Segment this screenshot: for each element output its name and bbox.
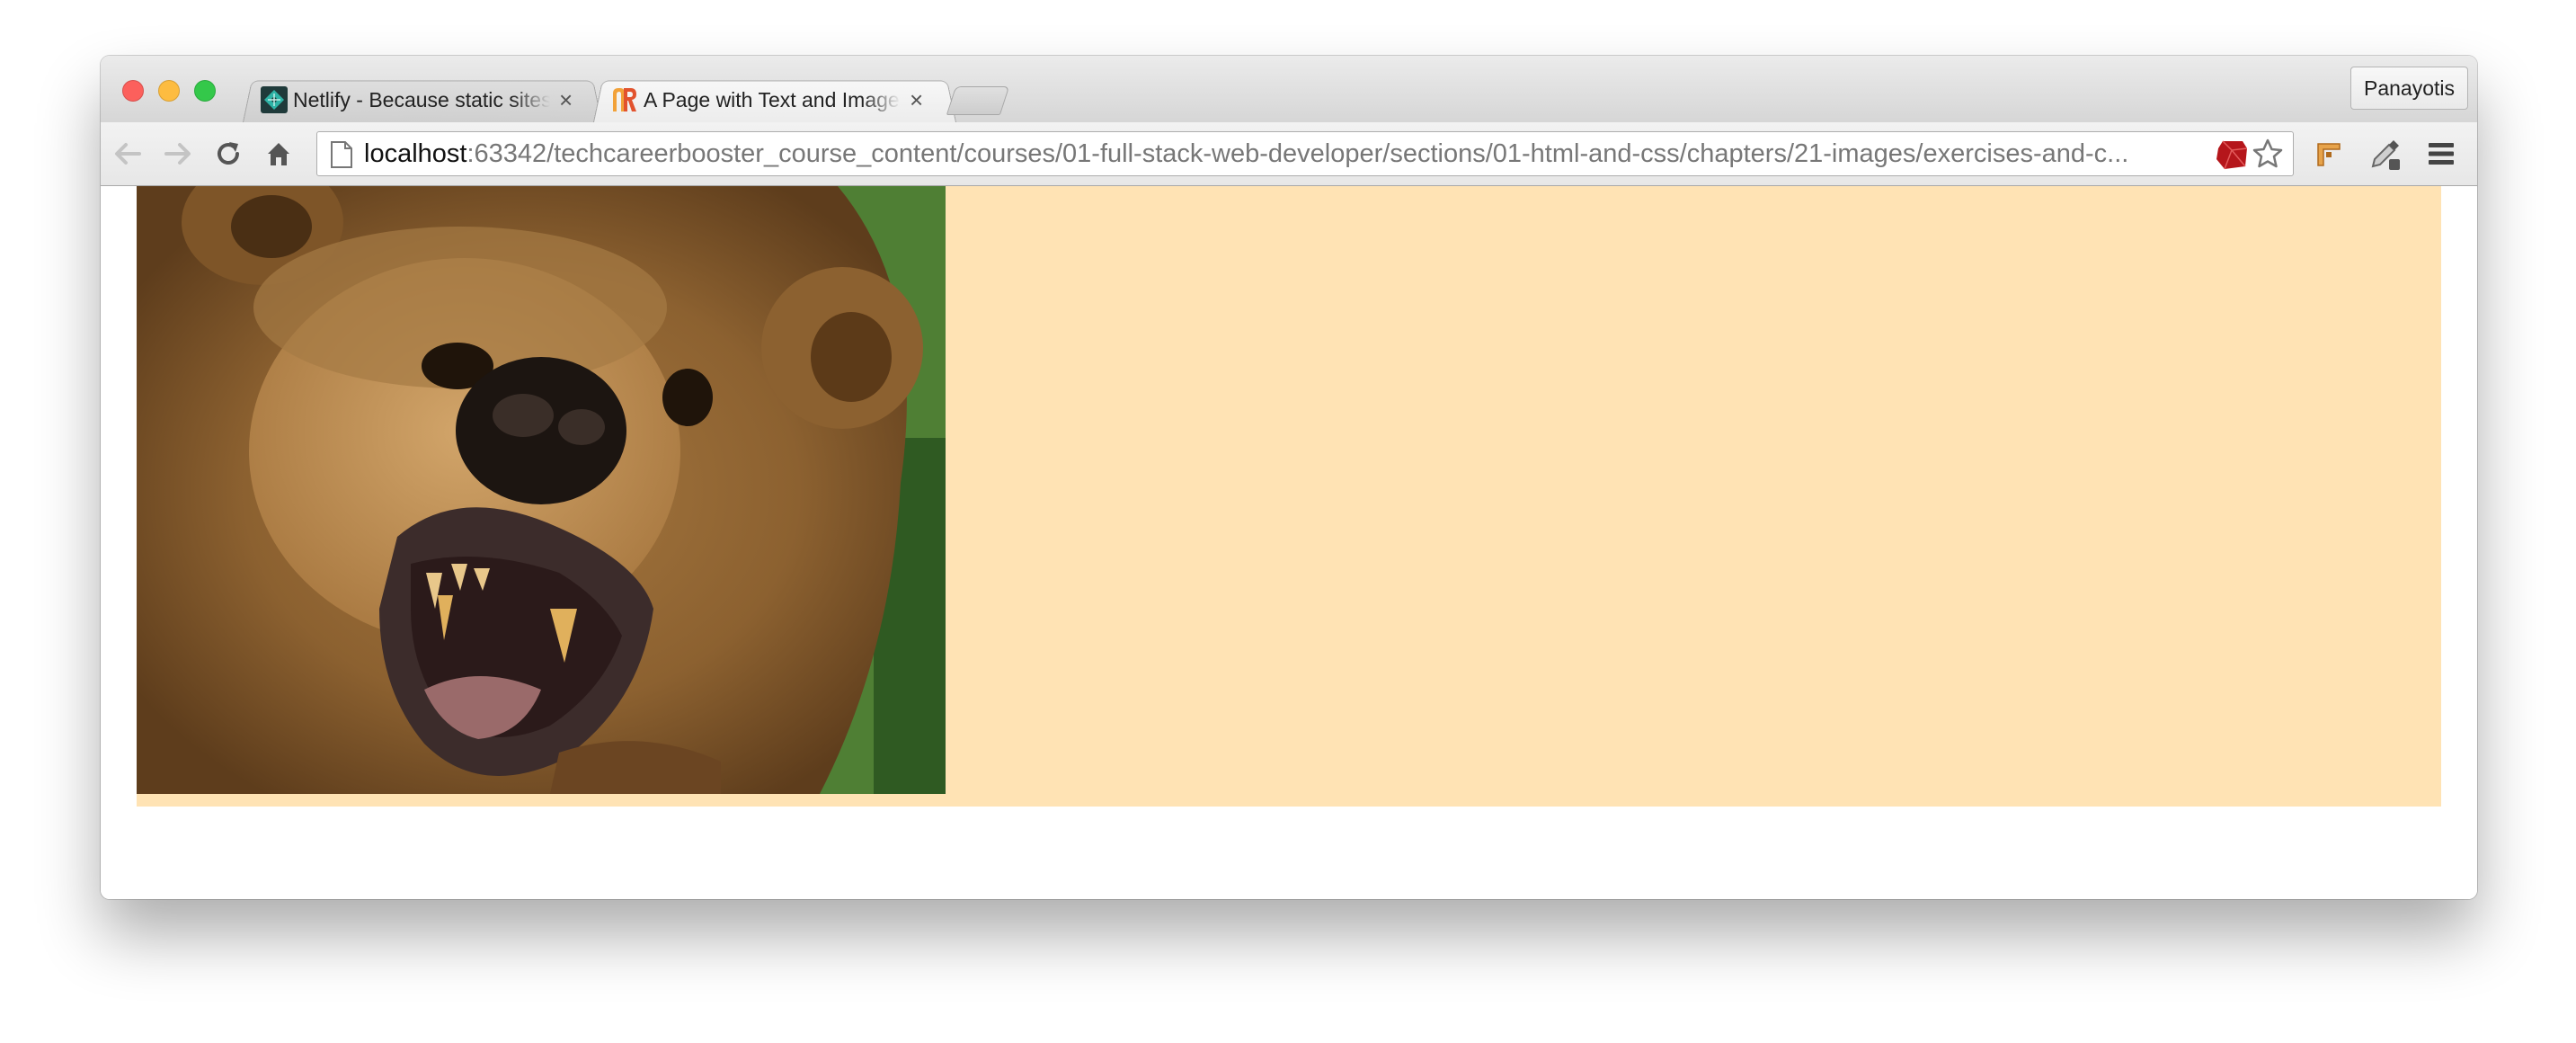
- url-text[interactable]: localhost:63342/techcareerbooster_course…: [364, 132, 2198, 175]
- title-bar: Netlify - Because static sites × A Page …: [101, 56, 2477, 122]
- tab-page-with-text-and-images[interactable]: A Page with Text and Images ×: [593, 77, 956, 122]
- reload-button[interactable]: [212, 138, 244, 170]
- url-path: :63342/techcareerbooster_course_content/…: [466, 139, 2129, 168]
- ruby-icon[interactable]: [2216, 139, 2248, 170]
- home-icon: [268, 143, 289, 165]
- maximize-window-button[interactable]: [194, 80, 216, 102]
- tab-title: Netlify - Because static sites: [293, 87, 550, 111]
- menu-icon: [2429, 143, 2454, 165]
- tab-close-icon[interactable]: ×: [910, 86, 923, 114]
- close-window-button[interactable]: [122, 80, 144, 102]
- arrow-right-icon: [164, 143, 191, 165]
- profile-name: Panayotis: [2363, 76, 2455, 100]
- chrome-menu-button[interactable]: [2425, 138, 2457, 170]
- bear-image: [137, 186, 946, 794]
- profile-button[interactable]: Panayotis: [2349, 67, 2468, 110]
- browser-window: Netlify - Because static sites × A Page …: [101, 56, 2477, 899]
- techcareerbooster-favicon-icon: [613, 88, 636, 111]
- page-viewport: [101, 186, 2477, 899]
- bookmark-pin-extension-button[interactable]: [2312, 138, 2344, 170]
- browser-toolbar: localhost:63342/techcareerbooster_course…: [101, 122, 2477, 186]
- tab-close-icon[interactable]: ×: [559, 86, 573, 114]
- address-bar[interactable]: localhost:63342/techcareerbooster_course…: [316, 131, 2294, 176]
- tab-title: A Page with Text and Images: [644, 87, 901, 111]
- page-icon: [331, 141, 352, 168]
- new-tab-button[interactable]: [946, 86, 1010, 115]
- content-box: [137, 186, 2441, 807]
- arrow-left-icon: [115, 143, 141, 165]
- bookmark-pin-icon: [2317, 143, 2341, 166]
- star-icon[interactable]: [2252, 138, 2284, 170]
- forward-button[interactable]: [162, 138, 194, 170]
- eyedropper-icon: [2371, 140, 2400, 170]
- minimize-window-button[interactable]: [158, 80, 180, 102]
- tab-netlify[interactable]: Netlify - Because static sites ×: [243, 77, 602, 122]
- home-button[interactable]: [262, 138, 295, 170]
- back-button[interactable]: [111, 138, 144, 170]
- eyedropper-extension-button[interactable]: [2369, 138, 2402, 170]
- url-host: localhost: [364, 139, 467, 168]
- netlify-favicon-icon: [261, 86, 288, 113]
- reload-icon: [218, 142, 239, 165]
